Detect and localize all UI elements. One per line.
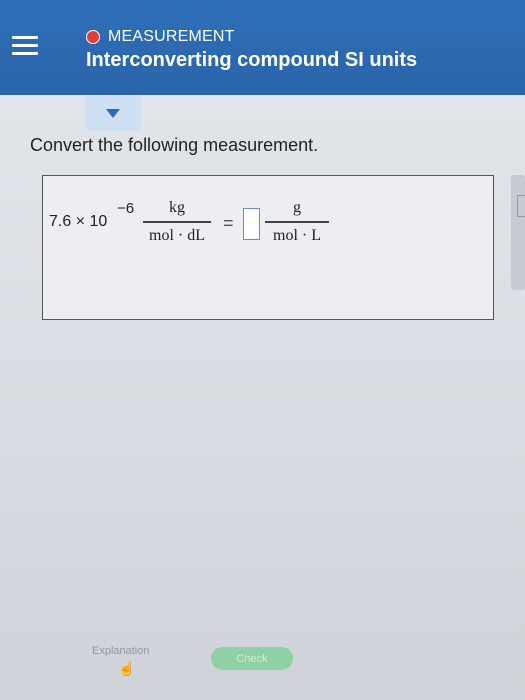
hand-cursor-icon: ☝ xyxy=(118,660,136,676)
question-prompt: Convert the following measurement. xyxy=(30,135,319,155)
check-button[interactable]: Check xyxy=(211,647,293,670)
target-unit-numerator: g xyxy=(293,199,301,216)
conversion-expression: 7.6 × 10 −6 kg mol · dL = g mol · L xyxy=(43,176,493,319)
exponent-text: −6 xyxy=(117,200,135,217)
collapse-toggle-button[interactable] xyxy=(85,95,141,131)
fraction-bar xyxy=(143,221,211,223)
coefficient-text: 7.6 × 10 xyxy=(49,213,108,230)
target-unit-denominator: mol · L xyxy=(273,226,321,244)
answer-panel: 7.6 × 10 −6 kg mol · dL = g mol · L xyxy=(42,175,494,320)
topic-label: MEASUREMENT xyxy=(86,28,235,46)
side-scrollbar[interactable] xyxy=(511,175,525,290)
target-unit-fraction: g mol · L xyxy=(265,198,329,246)
chevron-down-icon xyxy=(106,108,120,118)
equals-sign: = xyxy=(223,213,234,233)
header-bar: MEASUREMENT Interconverting compound SI … xyxy=(0,0,525,95)
fraction-bar xyxy=(265,221,329,223)
given-unit-fraction: kg mol · dL xyxy=(143,198,211,246)
explanation-button[interactable]: Explanation xyxy=(92,645,150,657)
given-unit-numerator: kg xyxy=(169,199,185,216)
status-dot-icon xyxy=(86,30,100,44)
answer-input[interactable] xyxy=(243,208,260,240)
topic-text: MEASUREMENT xyxy=(108,28,235,45)
side-panel-edge xyxy=(517,195,525,217)
hamburger-menu-icon[interactable] xyxy=(0,20,50,70)
page-title: Interconverting compound SI units xyxy=(86,49,418,71)
given-unit-denominator: mol · dL xyxy=(149,226,205,244)
